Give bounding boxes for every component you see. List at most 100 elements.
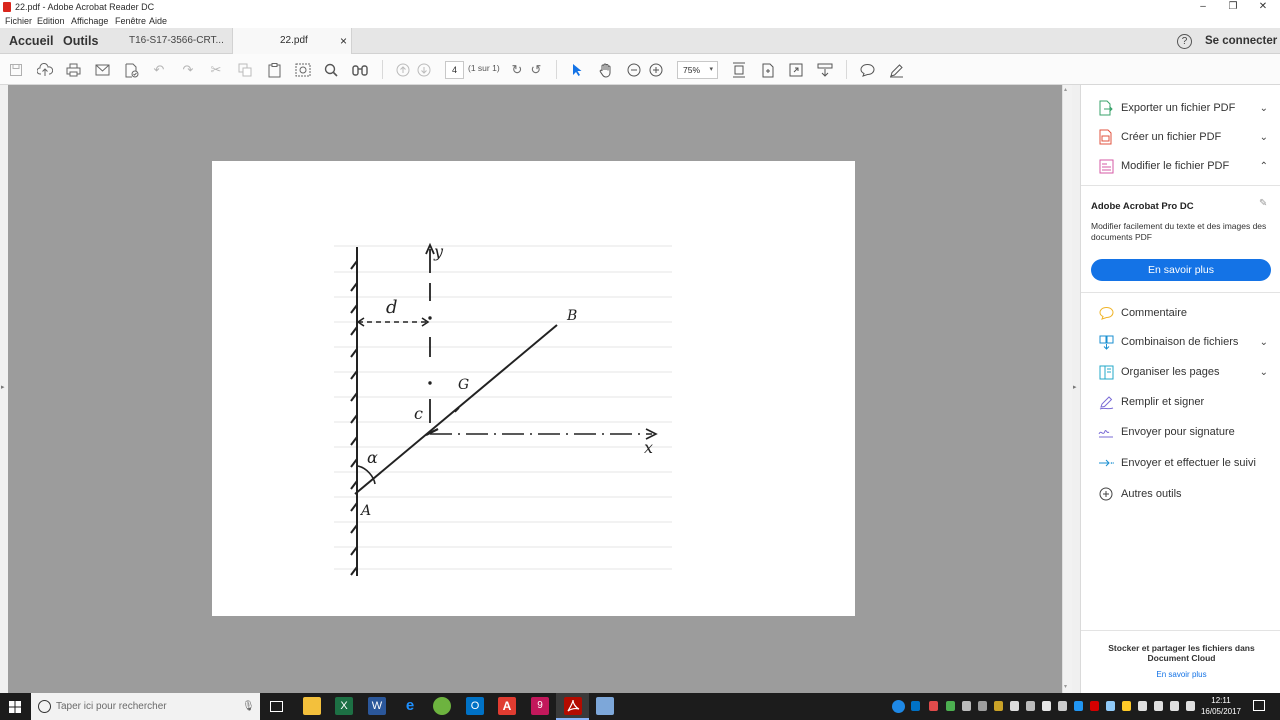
- word-icon[interactable]: W: [368, 697, 386, 715]
- outlook-icon[interactable]: O: [466, 697, 484, 715]
- minimize-button[interactable]: –: [1188, 0, 1218, 14]
- vertical-scrollbar[interactable]: ▴ ▾: [1062, 85, 1072, 693]
- fullscreen-icon[interactable]: [786, 60, 806, 80]
- select-cursor-icon[interactable]: [567, 60, 587, 80]
- tool-create-pdf[interactable]: Créer un fichier PDF ⌄: [1098, 126, 1278, 148]
- battery-icon[interactable]: [1154, 701, 1163, 711]
- tray-icon-usb[interactable]: [1138, 701, 1147, 711]
- menu-fichier[interactable]: Fichier: [5, 14, 32, 28]
- email-icon[interactable]: [92, 60, 112, 80]
- app-image-icon[interactable]: [596, 697, 614, 715]
- tray-icon-red-2[interactable]: [1090, 701, 1099, 711]
- menu-affichage[interactable]: Affichage: [71, 14, 108, 28]
- bluetooth-icon[interactable]: [1074, 701, 1083, 711]
- task-view-icon[interactable]: [270, 701, 283, 712]
- microphone-icon[interactable]: 🎙: [242, 693, 255, 720]
- rotate-ccw-icon[interactable]: ↺: [526, 60, 546, 80]
- excel-icon[interactable]: X: [335, 697, 353, 715]
- fit-page-icon[interactable]: [729, 60, 749, 80]
- tool-export-pdf[interactable]: Exporter un fichier PDF ⌄: [1098, 97, 1278, 119]
- comment-icon[interactable]: [857, 60, 877, 80]
- tool-more[interactable]: Autres outils: [1098, 483, 1278, 505]
- previous-page-icon[interactable]: [393, 60, 413, 80]
- undo-icon[interactable]: ↶: [149, 60, 169, 80]
- tool-comment[interactable]: Commentaire: [1098, 302, 1278, 324]
- tray-icon-gray-2[interactable]: [978, 701, 987, 711]
- app-green-icon[interactable]: [433, 697, 451, 715]
- left-panel-strip[interactable]: ▸: [0, 85, 8, 693]
- document-cloud-link[interactable]: En savoir plus: [1099, 670, 1264, 679]
- search-icon[interactable]: [321, 60, 341, 80]
- find-icon[interactable]: [350, 60, 370, 80]
- paste-icon[interactable]: [264, 60, 284, 80]
- scroll-up-icon[interactable]: ▴: [1064, 86, 1067, 93]
- windows-start-icon[interactable]: [9, 701, 21, 716]
- tray-icon-gray-3[interactable]: [1026, 701, 1035, 711]
- rotate-cw-icon[interactable]: ↻: [507, 60, 527, 80]
- tab-document-t16[interactable]: T16-S17-3566-CRT...: [129, 28, 224, 54]
- tool-combine[interactable]: Combinaison de fichiers ⌄: [1098, 331, 1278, 353]
- autocad-icon[interactable]: A: [498, 697, 516, 715]
- tool-organize[interactable]: Organiser les pages ⌄: [1098, 361, 1278, 383]
- collapse-right-icon[interactable]: ▸: [1073, 383, 1077, 391]
- tab-accueil[interactable]: Accueil: [9, 28, 53, 54]
- scroll-mode-icon[interactable]: [758, 60, 778, 80]
- tool-edit-pdf[interactable]: Modifier le fichier PDF ⌃: [1098, 155, 1278, 177]
- zoom-in-icon[interactable]: [646, 60, 666, 80]
- tray-icon-flag[interactable]: [1058, 701, 1067, 711]
- page-number-input[interactable]: 4: [445, 61, 464, 79]
- save-icon[interactable]: [6, 60, 26, 80]
- app-red-icon[interactable]: 9: [531, 697, 549, 715]
- tray-icon-yellow[interactable]: [994, 701, 1003, 711]
- edge-icon[interactable]: e: [401, 697, 419, 715]
- redo-icon[interactable]: ↷: [178, 60, 198, 80]
- notifications-icon[interactable]: [1253, 700, 1265, 711]
- pen-icon[interactable]: [886, 60, 906, 80]
- taskbar-search-box[interactable]: Taper ici pour rechercher 🎙: [31, 693, 260, 720]
- close-window-button[interactable]: ✕: [1248, 0, 1278, 14]
- expand-left-icon[interactable]: ▸: [1, 383, 5, 391]
- network-icon[interactable]: [1170, 701, 1179, 711]
- learn-more-button[interactable]: En savoir plus: [1091, 259, 1271, 281]
- shield-tray-icon[interactable]: [946, 701, 955, 711]
- tab-outils[interactable]: Outils: [63, 28, 98, 54]
- tray-icon-blue[interactable]: [1106, 701, 1115, 711]
- pdf-page[interactable]: y d B G c α x A: [212, 161, 855, 616]
- help-icon[interactable]: ?: [1177, 34, 1192, 49]
- upload-cloud-icon[interactable]: [35, 60, 55, 80]
- protect-icon[interactable]: [121, 60, 141, 80]
- acrobat-icon[interactable]: [564, 697, 582, 715]
- right-panel-strip[interactable]: ▸: [1072, 85, 1080, 693]
- tool-fill-sign[interactable]: Remplir et signer: [1098, 391, 1278, 413]
- tab-document-22[interactable]: 22.pdf ×: [232, 28, 352, 55]
- zoom-select[interactable]: 75% ▾: [677, 61, 718, 79]
- menu-fenetre[interactable]: Fenêtre: [115, 14, 146, 28]
- scroll-down-icon[interactable]: ▾: [1064, 683, 1067, 690]
- menu-edition[interactable]: Edition: [37, 14, 65, 28]
- volume-icon[interactable]: [1186, 701, 1195, 711]
- outlook-tray-icon[interactable]: [911, 701, 920, 711]
- tray-icon-amber[interactable]: [1122, 701, 1131, 711]
- file-explorer-icon[interactable]: [303, 697, 321, 715]
- tray-icon-white[interactable]: [1010, 701, 1019, 711]
- clock[interactable]: 12:11 16/05/2017: [1198, 695, 1244, 717]
- cut-icon[interactable]: ✂: [206, 60, 226, 80]
- copy-icon[interactable]: [235, 60, 255, 80]
- next-page-icon[interactable]: [414, 60, 434, 80]
- reading-mode-icon[interactable]: [815, 60, 835, 80]
- tray-icon-gray[interactable]: [962, 701, 971, 711]
- snapshot-icon[interactable]: [293, 60, 313, 80]
- tray-icon-chrome[interactable]: [1042, 701, 1051, 711]
- signin-link[interactable]: Se connecter: [1205, 28, 1277, 54]
- zoom-out-icon[interactable]: [624, 60, 644, 80]
- tray-icon-red[interactable]: [929, 701, 938, 711]
- menu-aide[interactable]: Aide: [149, 14, 167, 28]
- hand-tool-icon[interactable]: [596, 60, 616, 80]
- tool-send-signature[interactable]: Envoyer pour signature: [1098, 421, 1278, 443]
- print-icon[interactable]: [63, 60, 83, 80]
- tab-close-button[interactable]: ×: [340, 28, 347, 54]
- edit-pencil-icon[interactable]: ✎: [1259, 198, 1267, 209]
- tool-send-track[interactable]: Envoyer et effectuer le suivi: [1098, 452, 1278, 474]
- help-tray-icon[interactable]: [892, 700, 905, 713]
- maximize-button[interactable]: ❐: [1218, 0, 1248, 14]
